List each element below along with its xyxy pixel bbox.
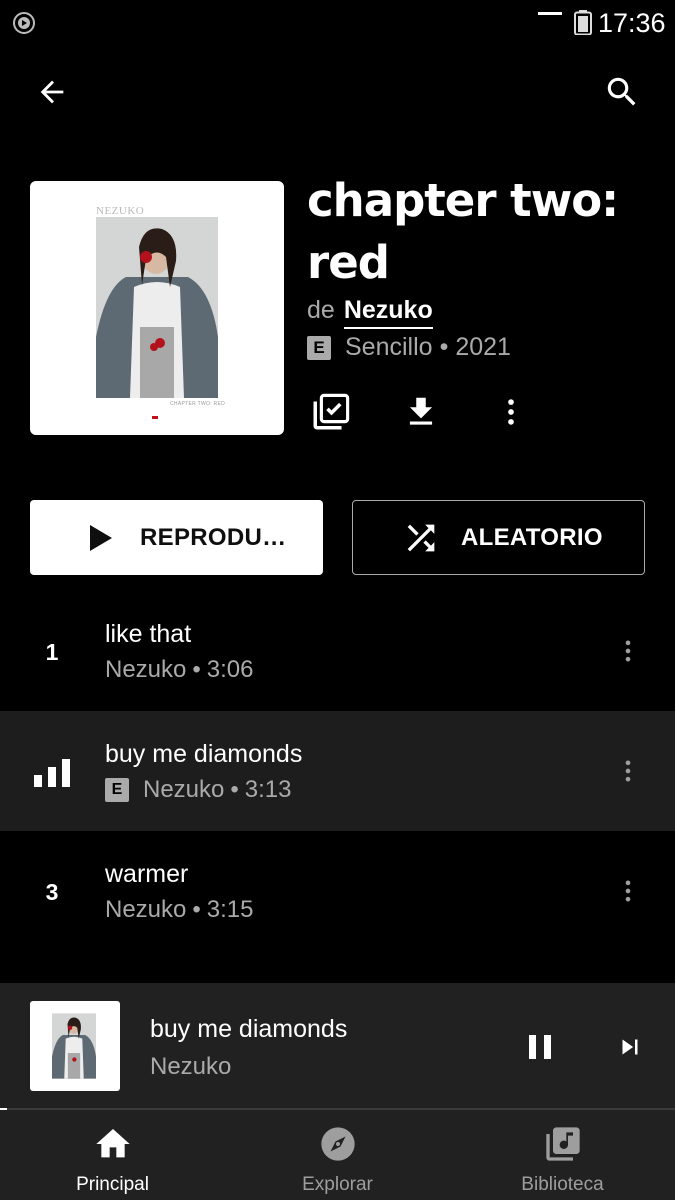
- track-more-button[interactable]: [606, 749, 650, 793]
- nav-label: Principal: [76, 1174, 149, 1195]
- track-title: warmer: [105, 860, 189, 888]
- album-artist-row: de Nezuko: [307, 296, 433, 329]
- track-subtitle: E Nezuko • 3:13: [105, 776, 292, 804]
- track-title: buy me diamonds: [105, 740, 303, 768]
- download-button[interactable]: [397, 388, 445, 436]
- track-title: like that: [105, 620, 192, 648]
- signal-indicator: [538, 12, 562, 15]
- pause-button[interactable]: [516, 1023, 564, 1071]
- mini-player-title: buy me diamonds: [150, 1015, 348, 1043]
- track-row-playing[interactable]: buy me diamonds E Nezuko • 3:13: [0, 711, 675, 831]
- mini-player-cover-photo: [52, 1013, 96, 1079]
- album-meta-row: E Sencillo • 2021: [307, 333, 511, 362]
- separator: •: [439, 333, 449, 361]
- nav-item-home[interactable]: Principal: [0, 1110, 225, 1200]
- track-row[interactable]: 3 warmer Nezuko • 3:15: [0, 831, 675, 951]
- artist-link[interactable]: Nezuko: [343, 296, 433, 329]
- track-number: 3: [45, 879, 59, 905]
- album-type: Sencillo: [345, 333, 433, 361]
- next-track-button[interactable]: [606, 1023, 654, 1071]
- track-artist: Nezuko: [143, 776, 225, 803]
- track-subtitle: Nezuko • 3:06: [105, 656, 254, 684]
- back-button[interactable]: [26, 66, 78, 118]
- status-bar: 17:36: [0, 0, 675, 46]
- pause-icon: [529, 1035, 551, 1059]
- track-more-button[interactable]: [606, 869, 650, 913]
- album-cover-photo: [96, 217, 218, 398]
- explicit-badge: E: [105, 778, 129, 802]
- search-button[interactable]: [596, 66, 648, 118]
- track-duration: 3:13: [244, 776, 292, 803]
- track-duration: 3:06: [206, 656, 254, 683]
- album-cover-accent: [152, 416, 158, 419]
- album-cover-brand: NEZUKO: [96, 205, 145, 217]
- status-time: 17:36: [598, 8, 666, 38]
- mini-player-cover: [30, 1001, 120, 1091]
- download-icon: [409, 397, 433, 425]
- nav-label: Biblioteca: [521, 1174, 604, 1195]
- track-row[interactable]: 1 like that Nezuko • 3:06: [0, 591, 675, 711]
- top-app-bar: [0, 60, 675, 124]
- play-button[interactable]: REPRODU…: [30, 500, 323, 575]
- library-music-icon: [543, 1124, 583, 1164]
- album-year: 2021: [455, 333, 511, 361]
- play-button-label: REPRODU…: [140, 523, 287, 551]
- more-vert-icon: [625, 760, 631, 782]
- save-to-library-button[interactable]: [307, 388, 355, 436]
- more-vert-icon: [625, 640, 631, 662]
- shuffle-icon: [407, 524, 435, 551]
- play-icon: [90, 524, 112, 551]
- track-artist: Nezuko: [105, 896, 187, 923]
- album-cover: NEZUKO CHAPTER TWO: RED: [30, 181, 284, 435]
- now-playing-equalizer-icon: [34, 759, 70, 787]
- album-actions: [307, 388, 535, 436]
- separator: •: [192, 896, 201, 923]
- explicit-badge: E: [307, 335, 331, 360]
- separator: •: [230, 776, 239, 803]
- search-icon: [607, 77, 636, 106]
- track-subtitle: Nezuko • 3:15: [105, 896, 254, 924]
- mini-player[interactable]: buy me diamonds Nezuko: [0, 983, 675, 1108]
- home-icon: [93, 1124, 133, 1164]
- track-duration: 3:15: [206, 896, 254, 923]
- album-title: chapter two: red: [307, 174, 619, 289]
- compass-icon: [318, 1124, 358, 1164]
- track-more-button[interactable]: [606, 629, 650, 673]
- nav-label: Explorar: [302, 1174, 373, 1195]
- track-artist: Nezuko: [105, 656, 187, 683]
- play-circle-icon: [13, 12, 35, 34]
- by-label: de: [307, 296, 335, 324]
- shuffle-button-label: ALEATORIO: [461, 523, 603, 551]
- nav-item-library[interactable]: Biblioteca: [450, 1110, 675, 1200]
- library-add-check-icon: [313, 393, 350, 430]
- separator: •: [192, 656, 201, 683]
- more-vert-icon: [625, 880, 631, 902]
- more-options-button[interactable]: [487, 388, 535, 436]
- mini-player-artist: Nezuko: [150, 1053, 232, 1080]
- nav-item-explore[interactable]: Explorar: [225, 1110, 450, 1200]
- bottom-navigation: Principal Explorar Biblioteca: [0, 1110, 675, 1200]
- shuffle-button[interactable]: ALEATORIO: [352, 500, 645, 575]
- track-number: 1: [45, 639, 59, 665]
- battery-icon: [574, 10, 592, 35]
- arrow-back-icon: [40, 80, 64, 104]
- skip-next-icon: [622, 1039, 638, 1055]
- album-cover-caption: CHAPTER TWO: RED: [170, 401, 225, 407]
- more-vert-icon: [508, 399, 514, 425]
